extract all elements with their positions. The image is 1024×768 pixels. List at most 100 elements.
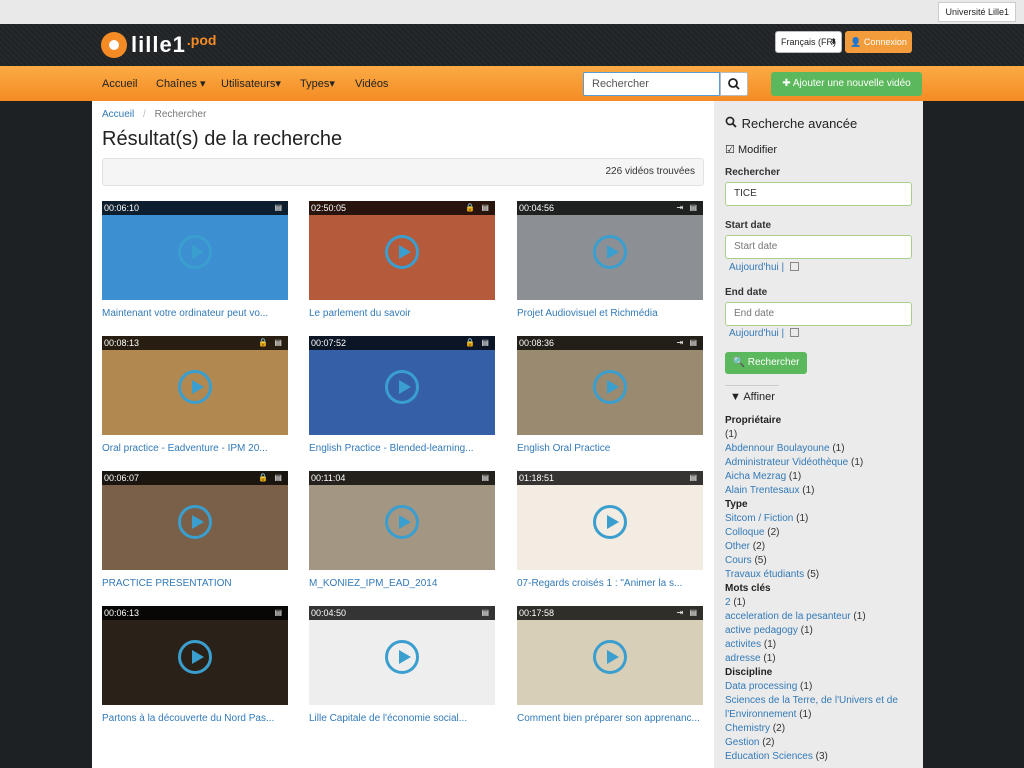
nav-types[interactable]: Types▾	[300, 77, 335, 91]
video-card[interactable]: 00:08:36 ⇥ ▤ English Oral Practice	[517, 336, 703, 455]
video-thumbnail[interactable]: 01:18:51 ▤	[517, 471, 703, 570]
facet-item[interactable]: activites (1)	[725, 638, 898, 652]
video-card[interactable]: 00:04:56 ⇥ ▤ Projet Audiovisuel et Richméd…	[517, 201, 703, 320]
video-card[interactable]: 00:06:10 ▤ Maintenant votre ordinateur peu…	[102, 201, 288, 320]
facet-item[interactable]: Aicha Mezrag (1)	[725, 470, 898, 484]
facet-item-label[interactable]: acceleration de la pesanteur	[725, 611, 851, 622]
facet-item[interactable]: (1)	[725, 428, 898, 442]
add-video-button[interactable]: ✚ Ajouter une nouvelle vidéo	[771, 72, 922, 96]
video-title[interactable]: English Practice - Blended-learning...	[309, 443, 495, 455]
video-card[interactable]: 00:08:13 🔒 ▤ Oral practice - Eadventure - …	[102, 336, 288, 455]
video-title[interactable]: M_KONIEZ_IPM_EAD_2014	[309, 578, 495, 590]
facet-item-label[interactable]: activites	[725, 639, 761, 650]
facet-item-label[interactable]: Education Sciences	[725, 751, 813, 762]
start-date-input[interactable]: Start date	[725, 235, 912, 259]
facet-item-label[interactable]: Gestion	[725, 737, 759, 748]
video-thumbnail[interactable]: 00:08:36 ⇥ ▤	[517, 336, 703, 435]
video-title[interactable]: Partons à la découverte du Nord Pas...	[102, 713, 288, 725]
end-date-input[interactable]: End date	[725, 302, 912, 326]
facet-item-label[interactable]: Other	[725, 541, 750, 552]
nav-channels[interactable]: Chaînes ▾	[156, 77, 206, 91]
university-link[interactable]: Université Lille1	[938, 2, 1016, 22]
nav-home[interactable]: Accueil	[102, 77, 137, 91]
facet-item-label[interactable]: 2	[725, 597, 731, 608]
play-icon[interactable]	[178, 235, 212, 269]
video-card[interactable]: 01:18:51 ▤ 07-Regards croisés 1 : "Animer …	[517, 471, 703, 590]
video-card[interactable]: 00:17:58 ⇥ ▤ Comment bien préparer son app…	[517, 606, 703, 725]
facet-item-label[interactable]: Cours	[725, 555, 752, 566]
today-link[interactable]: Aujourd'hui	[729, 262, 779, 273]
video-title[interactable]: Maintenant votre ordinateur peut vo...	[102, 308, 288, 320]
facet-item-label[interactable]: Travaux étudiants	[725, 569, 804, 580]
facet-item-label[interactable]: Alain Trentesaux	[725, 485, 800, 496]
language-select[interactable]: Français (FR) ⬍	[775, 31, 842, 53]
facet-item[interactable]: Cours (5)	[725, 554, 898, 568]
calendar-icon[interactable]	[789, 328, 799, 337]
today-link[interactable]: Aujourd'hui	[729, 328, 779, 339]
video-card[interactable]: 00:04:50 ▤ Lille Capitale de l'économie so…	[309, 606, 495, 725]
facet-item[interactable]: l'Environnement (1)	[725, 708, 898, 722]
facet-item-label[interactable]: Data processing	[725, 681, 797, 692]
play-icon[interactable]	[385, 370, 419, 404]
facet-item-label[interactable]: Chemistry	[725, 723, 770, 734]
video-thumbnail[interactable]: 00:08:13 🔒 ▤	[102, 336, 288, 435]
facet-item[interactable]: adresse (1)	[725, 652, 898, 666]
facet-item-label[interactable]: Sitcom / Fiction	[725, 513, 793, 524]
facet-item-label[interactable]: Sciences de la Terre, de l'Univers et de	[725, 695, 898, 706]
video-thumbnail[interactable]: 00:06:07 🔒 ▤	[102, 471, 288, 570]
play-icon[interactable]	[593, 370, 627, 404]
calendar-icon[interactable]	[789, 262, 799, 271]
facet-item-label[interactable]: active pedagogy	[725, 625, 798, 636]
facet-item[interactable]: Colloque (2)	[725, 526, 898, 540]
video-card[interactable]: 00:11:04 ▤ M_KONIEZ_IPM_EAD_2014	[309, 471, 495, 590]
facet-item[interactable]: Other (2)	[725, 540, 898, 554]
end-date-today[interactable]: Aujourd'hui |	[729, 328, 799, 339]
facet-item[interactable]: Data processing (1)	[725, 680, 898, 694]
play-icon[interactable]	[593, 505, 627, 539]
facet-item[interactable]: Education Sciences (3)	[725, 750, 898, 764]
keyword-input[interactable]: TICE	[725, 182, 912, 206]
video-thumbnail[interactable]: 00:04:56 ⇥ ▤	[517, 201, 703, 300]
modify-link[interactable]: ☑ Modifier	[725, 143, 777, 156]
video-thumbnail[interactable]: 00:07:52 🔒 ▤	[309, 336, 495, 435]
play-icon[interactable]	[178, 505, 212, 539]
video-title[interactable]: PRACTICE PRESENTATION	[102, 578, 288, 590]
facet-item[interactable]: Sciences de la Terre, de l'Univers et de	[725, 694, 898, 708]
video-card[interactable]: 00:06:13 ▤ Partons à la découverte du Nord…	[102, 606, 288, 725]
facet-item[interactable]: Gestion (2)	[725, 736, 898, 750]
video-thumbnail[interactable]: 00:11:04 ▤	[309, 471, 495, 570]
advanced-search-button[interactable]: 🔍 Rechercher	[725, 352, 807, 374]
video-thumbnail[interactable]: 00:04:50 ▤	[309, 606, 495, 705]
nav-users[interactable]: Utilisateurs▾	[221, 77, 281, 91]
search-button[interactable]	[720, 72, 748, 96]
site-logo[interactable]: lille1 .pod	[101, 30, 216, 60]
play-icon[interactable]	[178, 640, 212, 674]
facet-item[interactable]: Administrateur Vidéothèque (1)	[725, 456, 898, 470]
play-icon[interactable]	[178, 370, 212, 404]
facet-item-label[interactable]: Aicha Mezrag	[725, 471, 786, 482]
video-title[interactable]: Oral practice - Eadventure - IPM 20...	[102, 443, 288, 455]
video-card[interactable]: 00:06:07 🔒 ▤ PRACTICE PRESENTATION	[102, 471, 288, 590]
facet-item-label[interactable]: adresse	[725, 653, 761, 664]
breadcrumb-home[interactable]: Accueil	[102, 109, 134, 120]
video-title[interactable]: 07-Regards croisés 1 : "Animer la s...	[517, 578, 703, 590]
facet-item[interactable]: acceleration de la pesanteur (1)	[725, 610, 898, 624]
video-thumbnail[interactable]: 00:17:58 ⇥ ▤	[517, 606, 703, 705]
play-icon[interactable]	[385, 505, 419, 539]
play-icon[interactable]	[385, 235, 419, 269]
video-title[interactable]: English Oral Practice	[517, 443, 703, 455]
video-title[interactable]: Comment bien préparer son apprenanc...	[517, 713, 703, 725]
start-date-today[interactable]: Aujourd'hui |	[729, 262, 799, 273]
facet-item[interactable]: active pedagogy (1)	[725, 624, 898, 638]
video-title[interactable]: Projet Audiovisuel et Richmédia	[517, 308, 703, 320]
video-thumbnail[interactable]: 00:06:10 ▤	[102, 201, 288, 300]
nav-videos[interactable]: Vidéos	[355, 77, 388, 91]
video-card[interactable]: 00:07:52 🔒 ▤ English Practice - Blended-le…	[309, 336, 495, 455]
play-icon[interactable]	[385, 640, 419, 674]
facet-item-label[interactable]: Colloque	[725, 527, 764, 538]
video-title[interactable]: Lille Capitale de l'économie social...	[309, 713, 495, 725]
video-title[interactable]: Le parlement du savoir	[309, 308, 495, 320]
search-input[interactable]: Rechercher	[583, 72, 720, 96]
facet-item[interactable]: Abdennour Boulayoune (1)	[725, 442, 898, 456]
login-button[interactable]: 👤 Connexion	[845, 31, 912, 53]
